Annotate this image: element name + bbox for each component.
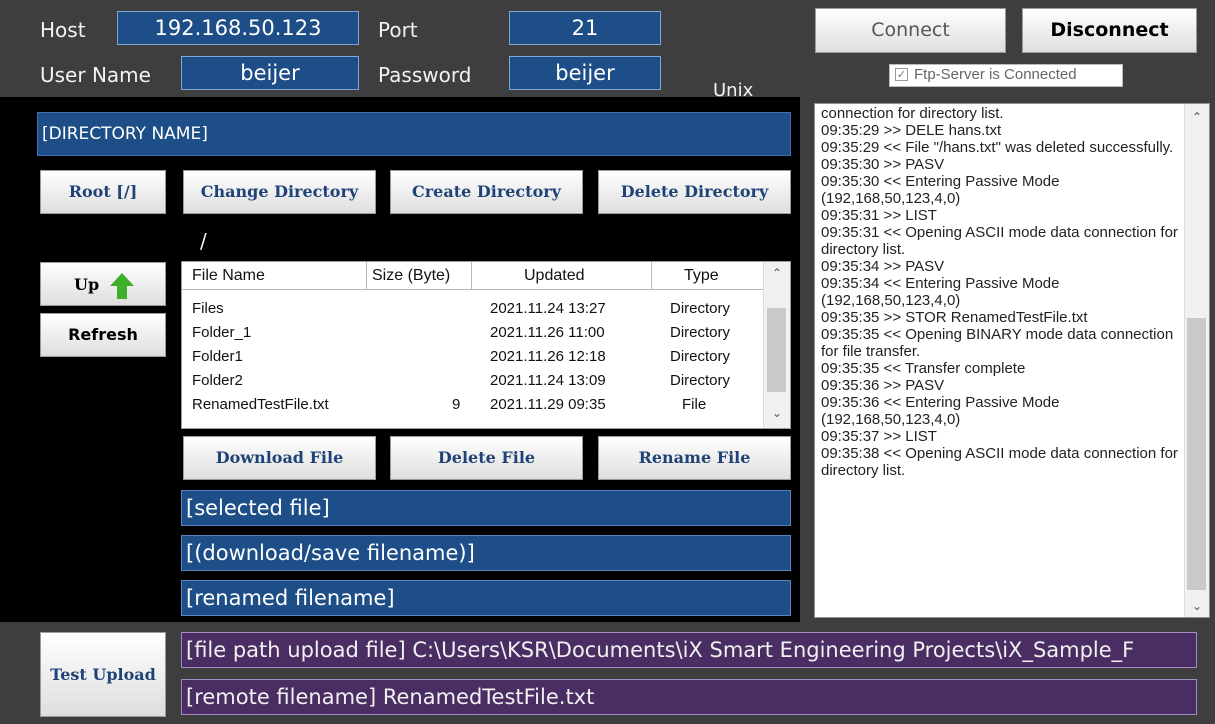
cell-updated: 2021.11.24 13:09 [490,372,606,389]
table-row[interactable]: Folder1 2021.11.26 12:18 Directory [182,345,767,369]
table-row[interactable]: Folder2 2021.11.24 13:09 Directory [182,369,767,393]
host-label: Host [40,18,86,42]
cell-file-name: Folder2 [192,372,243,389]
scroll-up-icon[interactable]: ⌃ [764,266,790,280]
disconnect-button[interactable]: Disconnect [1022,8,1197,53]
cell-type: File [682,396,707,413]
log-scroll-down-icon[interactable]: ⌄ [1185,599,1209,613]
cell-file-name: Folder_1 [192,324,252,341]
change-directory-button[interactable]: Change Directory [183,170,376,214]
cell-size: 9 [452,396,461,413]
cell-type: Directory [670,348,731,365]
create-directory-button[interactable]: Create Directory [390,170,583,214]
delete-directory-button[interactable]: Delete Directory [598,170,791,214]
user-name-field[interactable]: beijer [181,56,359,90]
password-field[interactable]: beijer [509,56,661,90]
cell-type: Directory [670,300,731,317]
cell-type: Directory [670,324,731,341]
scroll-down-icon[interactable]: ⌄ [764,406,790,420]
test-upload-button[interactable]: Test Upload [40,632,166,717]
file-list-table[interactable]: File Name Size (Byte) Updated Type Files… [181,261,791,429]
rename-file-button[interactable]: Rename File [598,436,791,480]
renamed-filename-field[interactable]: [renamed filename] [181,580,791,616]
connection-status-checkbox[interactable]: ✓ Ftp-Server is Connected [889,64,1123,87]
download-file-button[interactable]: Download File [183,436,376,480]
user-name-label: User Name [40,63,151,87]
scrollbar-thumb[interactable] [767,308,786,392]
checkbox-check-icon: ✓ [895,68,908,81]
cell-file-name: RenamedTestFile.txt [192,396,329,413]
column-header-size[interactable]: Size (Byte) [367,262,472,290]
connect-button[interactable]: Connect [815,8,1006,53]
root-button[interactable]: Root [/] [40,170,166,214]
connection-status-label: Ftp-Server is Connected [914,66,1077,83]
cell-type: Directory [670,372,731,389]
table-row[interactable]: Folder_1 2021.11.26 11:00 Directory [182,321,767,345]
refresh-button[interactable]: Refresh [40,313,166,357]
cell-updated: 2021.11.24 13:27 [490,300,606,317]
file-list-scrollbar[interactable]: ⌃ ⌄ [763,262,790,428]
host-field[interactable]: 192.168.50.123 [117,11,359,45]
ftp-log-textbox[interactable]: connection for directory list. 09:35:29 … [814,103,1210,618]
current-path: / [200,229,207,253]
column-header-updated[interactable]: Updated [472,262,652,290]
cell-updated: 2021.11.26 11:00 [490,324,605,341]
up-button-label: Up [74,275,100,294]
log-scrollbar[interactable]: ⌃ ⌄ [1184,104,1209,617]
upload-file-path-field[interactable]: [file path upload file] C:\Users\KSR\Doc… [181,632,1197,668]
directory-name-field[interactable]: [DIRECTORY NAME] [37,112,791,156]
up-arrow-icon [110,273,134,299]
log-scroll-up-icon[interactable]: ⌃ [1185,110,1209,124]
ftp-log-text: connection for directory list. 09:35:29 … [821,105,1178,479]
column-header-type[interactable]: Type [652,262,767,290]
column-header-file-name[interactable]: File Name [182,262,367,290]
download-filename-field[interactable]: [(download/save filename)] [181,535,791,571]
delete-file-button[interactable]: Delete File [390,436,583,480]
port-field[interactable]: 21 [509,11,661,45]
selected-file-field[interactable]: [selected file] [181,490,791,526]
cell-updated: 2021.11.29 09:35 [490,396,606,413]
cell-updated: 2021.11.26 12:18 [490,348,606,365]
file-list-header: File Name Size (Byte) Updated Type [182,262,767,290]
ftp-client-screen: Host 192.168.50.123 Port 21 User Name be… [0,0,1215,724]
up-button[interactable]: Up [40,262,166,306]
system-type-label: Unix [713,80,754,101]
password-label: Password [378,63,472,87]
port-label: Port [378,18,418,42]
table-row[interactable]: Files 2021.11.24 13:27 Directory [182,297,767,321]
remote-filename-field[interactable]: [remote filename] RenamedTestFile.txt [181,679,1197,715]
log-scrollbar-thumb[interactable] [1187,318,1206,590]
cell-file-name: Folder1 [192,348,243,365]
table-row[interactable]: RenamedTestFile.txt 9 2021.11.29 09:35 F… [182,393,767,417]
cell-file-name: Files [192,300,224,317]
